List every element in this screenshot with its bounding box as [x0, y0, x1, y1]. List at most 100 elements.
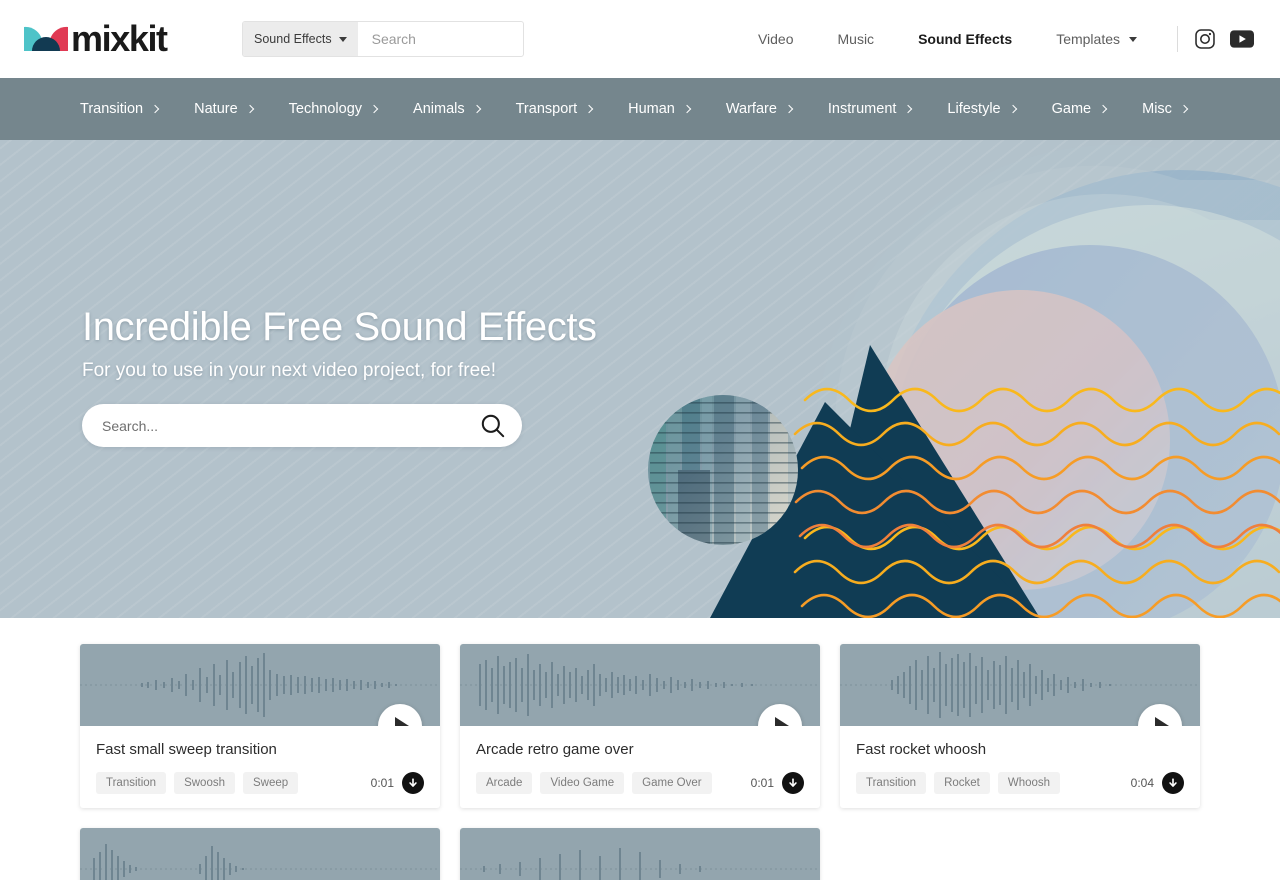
download-button[interactable] — [402, 772, 424, 794]
tag[interactable]: Game Over — [632, 772, 712, 794]
chevron-right-icon — [1179, 104, 1189, 113]
waveform-preview[interactable] — [80, 644, 440, 726]
download-button[interactable] — [782, 772, 804, 794]
tag[interactable]: Whoosh — [997, 772, 1061, 794]
waveform-preview[interactable] — [460, 828, 820, 880]
category-label: Nature — [194, 101, 238, 117]
card-footer: Arcade Video Game Game Over 0:01 — [476, 772, 804, 794]
category-instrument[interactable]: Instrument — [828, 101, 913, 117]
tag[interactable]: Swoosh — [174, 772, 235, 794]
download-button[interactable] — [1162, 772, 1184, 794]
sound-card[interactable]: Fast rocket whoosh Transition Rocket Who… — [840, 644, 1200, 808]
chevron-right-icon — [1008, 104, 1017, 113]
sound-card[interactable] — [460, 828, 820, 880]
search-category-dropdown[interactable]: Sound Effects — [243, 22, 358, 56]
search-icon[interactable] — [480, 413, 506, 439]
chevron-down-icon — [338, 36, 347, 42]
hero-banner: Incredible Free Sound Effects For you to… — [0, 140, 1280, 618]
category-animals[interactable]: Animals — [413, 101, 481, 117]
search-input[interactable] — [371, 31, 523, 47]
card-footer-right: 0:01 — [751, 772, 804, 794]
waveform-preview[interactable] — [840, 644, 1200, 726]
category-label: Transport — [515, 101, 578, 117]
site-header: mixkit Sound Effects Video Music Sound E… — [0, 0, 1280, 78]
category-label: Warfare — [725, 101, 777, 117]
tag[interactable]: Video Game — [540, 772, 625, 794]
category-misc[interactable]: Misc — [1142, 101, 1189, 117]
tag-list: Transition Swoosh Sweep — [96, 772, 299, 794]
tag[interactable]: Arcade — [476, 772, 533, 794]
chevron-right-icon — [1098, 104, 1108, 113]
tag[interactable]: Transition — [96, 772, 167, 794]
category-warfare[interactable]: Warfare — [725, 101, 794, 117]
card-body: Fast small sweep transition Transition S… — [80, 726, 440, 808]
nav-divider — [1177, 26, 1178, 52]
sound-card[interactable]: Arcade retro game over Arcade Video Game… — [460, 644, 820, 808]
hero-title: Incredible Free Sound Effects — [82, 305, 597, 349]
waveform-preview[interactable] — [460, 644, 820, 726]
play-icon — [775, 717, 789, 726]
nav-item-video[interactable]: Video — [736, 31, 816, 47]
card-body: Arcade retro game over Arcade Video Game… — [460, 726, 820, 808]
category-game[interactable]: Game — [1051, 101, 1108, 117]
category-label: Animals — [413, 101, 465, 117]
chevron-right-icon — [784, 104, 794, 113]
category-label: Game — [1051, 101, 1092, 117]
card-body: Fast rocket whoosh Transition Rocket Who… — [840, 726, 1200, 808]
main-nav: Video Music Sound Effects Templates — [736, 26, 1256, 52]
category-human[interactable]: Human — [628, 101, 692, 117]
chevron-right-icon — [245, 104, 254, 113]
chevron-right-icon — [904, 104, 913, 113]
youtube-icon[interactable] — [1230, 30, 1254, 48]
tag[interactable]: Rocket — [934, 772, 990, 794]
category-transport[interactable]: Transport — [515, 101, 594, 117]
category-nature[interactable]: Nature — [194, 101, 254, 117]
social-links — [1194, 28, 1256, 50]
mixkit-logo-mark — [24, 26, 68, 51]
nav-item-sound-effects[interactable]: Sound Effects — [896, 31, 1034, 47]
sound-title: Arcade retro game over — [476, 741, 634, 758]
download-icon — [409, 778, 417, 787]
hero-search-box[interactable] — [82, 404, 522, 447]
card-footer-right: 0:01 — [371, 772, 424, 794]
logo[interactable]: mixkit — [24, 18, 214, 59]
tag-list: Transition Rocket Whoosh — [856, 772, 1061, 794]
category-label: Technology — [288, 101, 363, 117]
logo-text: mixkit — [71, 18, 168, 59]
chevron-right-icon — [472, 104, 481, 113]
hero-search-input[interactable] — [102, 417, 480, 434]
results-section: Fast small sweep transition Transition S… — [0, 618, 1280, 880]
hero-subtitle: For you to use in your next video projec… — [82, 360, 496, 381]
duration-label: 0:04 — [1130, 776, 1154, 790]
waveform-preview[interactable] — [80, 828, 440, 880]
category-label: Human — [628, 101, 675, 117]
category-bar: Transition Nature Technology Animals Tra… — [0, 78, 1280, 140]
waveform-graphic — [460, 848, 820, 880]
play-icon — [1155, 717, 1169, 726]
download-icon — [789, 778, 797, 787]
nav-item-templates[interactable]: Templates — [1034, 31, 1159, 47]
card-footer: Transition Swoosh Sweep 0:01 — [96, 772, 424, 794]
sound-effects-grid: Fast small sweep transition Transition S… — [80, 644, 1200, 880]
sound-card[interactable] — [80, 828, 440, 880]
category-technology[interactable]: Technology — [288, 101, 379, 117]
sound-title: Fast small sweep transition — [96, 741, 277, 758]
duration-label: 0:01 — [750, 776, 774, 790]
download-icon — [1169, 778, 1177, 787]
category-transition[interactable]: Transition — [80, 101, 160, 117]
sound-card[interactable]: Fast small sweep transition Transition S… — [80, 644, 440, 808]
sound-title: Fast rocket whoosh — [856, 741, 987, 758]
header-search[interactable]: Sound Effects — [242, 21, 524, 57]
search-category-label: Sound Effects — [254, 32, 332, 46]
nav-item-music[interactable]: Music — [816, 31, 897, 47]
card-footer-right: 0:04 — [1131, 772, 1184, 794]
hero-content: Incredible Free Sound Effects For you to… — [0, 140, 1280, 447]
tag-list: Arcade Video Game Game Over — [476, 772, 712, 794]
chevron-down-icon — [1129, 36, 1137, 42]
tag[interactable]: Transition — [856, 772, 927, 794]
tag[interactable]: Sweep — [243, 772, 299, 794]
chevron-right-icon — [150, 104, 160, 113]
category-lifestyle[interactable]: Lifestyle — [947, 101, 1017, 117]
instagram-icon[interactable] — [1194, 28, 1216, 50]
chevron-right-icon — [369, 104, 379, 113]
